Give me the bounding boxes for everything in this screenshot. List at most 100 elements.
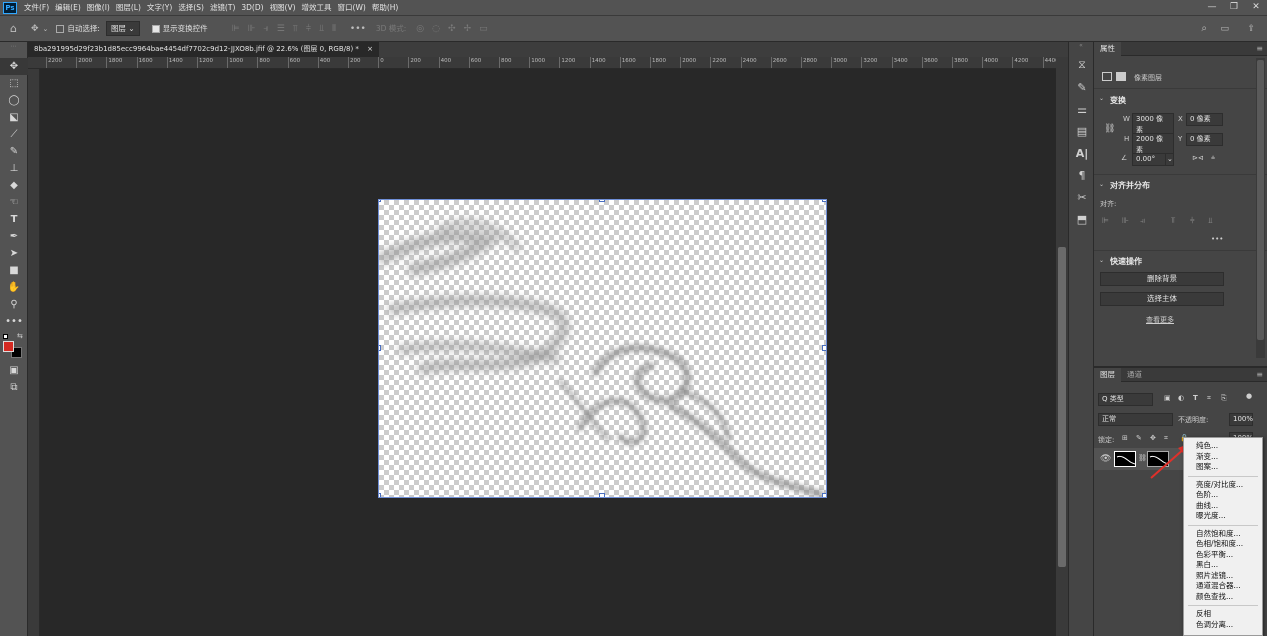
align-bottom-icon[interactable]: ⫫: [1208, 216, 1213, 226]
opacity-field[interactable]: 100%: [1229, 413, 1253, 426]
show-transform-checkbox[interactable]: 显示变换控件: [151, 23, 208, 34]
stamp-tool-icon[interactable]: ⊥: [0, 160, 28, 177]
lock-image-icon[interactable]: ✎: [1136, 434, 1142, 442]
align-top-icon[interactable]: ⫪: [293, 24, 298, 34]
foreground-color-swatch[interactable]: [3, 341, 14, 352]
blend-mode-dropdown[interactable]: 正常: [1098, 413, 1173, 426]
panel-menu-icon[interactable]: ≡: [1256, 44, 1263, 53]
pen-tool-icon[interactable]: ✒: [0, 228, 28, 245]
chevron-down-icon[interactable]: ⌄: [43, 25, 49, 33]
type-tool-icon[interactable]: T: [0, 211, 28, 228]
align-middle-icon[interactable]: ⫩: [1190, 216, 1195, 226]
menu-item-brightness-contrast[interactable]: 亮度/对比度...: [1184, 480, 1262, 491]
transform-handle[interactable]: [379, 493, 381, 497]
menu-select[interactable]: 选择(S): [175, 0, 207, 15]
view-more-link[interactable]: 查看更多: [1146, 315, 1174, 325]
menu-item-gradient[interactable]: 渐变...: [1184, 452, 1262, 463]
transform-handle[interactable]: [822, 200, 826, 202]
navigator-icon[interactable]: ⬒: [1069, 208, 1095, 230]
more-tools-icon[interactable]: •••: [0, 313, 28, 330]
tab-properties[interactable]: 属性: [1094, 41, 1121, 56]
transform-handle[interactable]: [379, 200, 381, 202]
align-left-icon[interactable]: ⊫: [232, 24, 240, 34]
chevron-down-icon[interactable]: ⌄: [1099, 95, 1104, 102]
transform-handle[interactable]: [822, 345, 826, 351]
brush-tool-icon[interactable]: ✎: [0, 143, 28, 160]
menu-item-exposure[interactable]: 曝光度...: [1184, 511, 1262, 522]
align-right-icon[interactable]: ⫣: [263, 24, 268, 34]
home-icon[interactable]: ⌂: [10, 22, 17, 35]
minimize-button[interactable]: —: [1201, 0, 1223, 15]
quick-select-tool-icon[interactable]: ⬕: [0, 109, 28, 126]
default-colors-icon[interactable]: [3, 334, 8, 339]
menu-item-photo-filter[interactable]: 照片滤镜...: [1184, 571, 1262, 582]
menu-help[interactable]: 帮助(H): [369, 0, 402, 15]
filter-adjustment-icon[interactable]: ◐: [1178, 394, 1184, 402]
menu-item-hue-saturation[interactable]: 色相/饱和度...: [1184, 539, 1262, 550]
tools-preset-icon[interactable]: ✂: [1069, 186, 1095, 208]
document-canvas[interactable]: [378, 199, 827, 498]
flip-horizontal-icon[interactable]: ⊳⊲: [1192, 154, 1204, 162]
eyedropper-tool-icon[interactable]: ⟋: [0, 126, 28, 143]
restore-button[interactable]: ❐: [1223, 0, 1245, 15]
filter-smart-object-icon[interactable]: ⎘: [1221, 394, 1227, 403]
document-tab[interactable]: 8ba291995d29f23b1d85ecc9964bae4454df7702…: [28, 42, 380, 57]
menu-layer[interactable]: 图层(L): [113, 0, 144, 15]
3d-pan-icon[interactable]: ✣: [448, 24, 456, 34]
chevron-down-icon[interactable]: ⌄: [1165, 153, 1174, 166]
flip-vertical-icon[interactable]: ⩮: [1211, 154, 1215, 163]
angle-field[interactable]: 0.00°: [1132, 153, 1168, 166]
scrollbar-thumb[interactable]: [1058, 247, 1066, 567]
align-right-icon[interactable]: ⫣: [1140, 216, 1145, 226]
marquee-tool-icon[interactable]: ⬚: [0, 75, 28, 92]
align-top-icon[interactable]: ⫪: [1171, 216, 1176, 226]
properties-scrollbar[interactable]: [1256, 58, 1265, 358]
menu-item-levels[interactable]: 色阶...: [1184, 490, 1262, 501]
zoom-tool-icon[interactable]: ⚲: [0, 296, 28, 313]
3d-roll-icon[interactable]: ◌: [432, 24, 440, 34]
link-icon[interactable]: ⛓: [1104, 124, 1115, 134]
menu-image[interactable]: 图像(I): [84, 0, 113, 15]
filter-pixel-icon[interactable]: ▣: [1164, 394, 1171, 402]
tab-channels[interactable]: 通道: [1121, 369, 1148, 380]
menu-type[interactable]: 文字(Y): [144, 0, 175, 15]
character-icon[interactable]: A|: [1069, 142, 1095, 164]
scrollbar-thumb[interactable]: [1257, 60, 1264, 340]
menu-item-channel-mixer[interactable]: 通道混合器...: [1184, 581, 1262, 592]
more-options-icon[interactable]: •••: [1211, 235, 1223, 243]
y-field[interactable]: 0 像素: [1186, 133, 1223, 146]
adjustments-icon[interactable]: ⚌: [1069, 98, 1095, 120]
menu-item-pattern[interactable]: 图案...: [1184, 462, 1262, 473]
menu-edit[interactable]: 编辑(E): [52, 0, 84, 15]
brush-settings-icon[interactable]: ✎: [1069, 76, 1095, 98]
smudge-tool-icon[interactable]: ☜: [0, 194, 28, 211]
auto-select-dropdown[interactable]: 图层 ⌄: [105, 21, 140, 36]
lock-transparent-icon[interactable]: ⊞: [1122, 434, 1128, 442]
menu-filter[interactable]: 滤镜(T): [207, 0, 238, 15]
distribute-h-icon[interactable]: ☰: [277, 24, 285, 34]
filter-toggle-icon[interactable]: ●: [1246, 392, 1252, 400]
align-bottom-icon[interactable]: ⫫: [319, 24, 324, 34]
paragraph-icon[interactable]: ¶: [1069, 164, 1095, 186]
swap-colors-icon[interactable]: ⇆: [17, 332, 23, 340]
transform-handle[interactable]: [379, 345, 381, 351]
x-field[interactable]: 0 像素: [1186, 113, 1223, 126]
screen-mode-icon[interactable]: ⧉: [0, 379, 28, 396]
eye-icon[interactable]: 👁: [1100, 454, 1111, 464]
menu-item-curves[interactable]: 曲线...: [1184, 501, 1262, 512]
eraser-tool-icon[interactable]: ◆: [0, 177, 28, 194]
transform-handle[interactable]: [599, 493, 605, 497]
filter-kind-dropdown[interactable]: Q 类型: [1098, 393, 1153, 406]
select-subject-button[interactable]: 选择主体: [1100, 292, 1224, 306]
align-left-icon[interactable]: ⊫: [1102, 216, 1109, 225]
more-options-icon[interactable]: •••: [350, 24, 366, 34]
search-icon[interactable]: ⌕: [1201, 23, 1207, 34]
align-middle-v-icon[interactable]: ⫩: [306, 24, 311, 34]
menu-item-color-balance[interactable]: 色彩平衡...: [1184, 550, 1262, 561]
close-button[interactable]: ✕: [1245, 0, 1267, 15]
history-icon[interactable]: ⧖: [1069, 54, 1095, 76]
3d-orbit-icon[interactable]: ◎: [416, 24, 424, 34]
auto-select-checkbox[interactable]: 自动选择:: [56, 23, 100, 34]
menu-view[interactable]: 视图(V): [267, 0, 299, 15]
menu-item-invert[interactable]: 反相: [1184, 609, 1262, 620]
